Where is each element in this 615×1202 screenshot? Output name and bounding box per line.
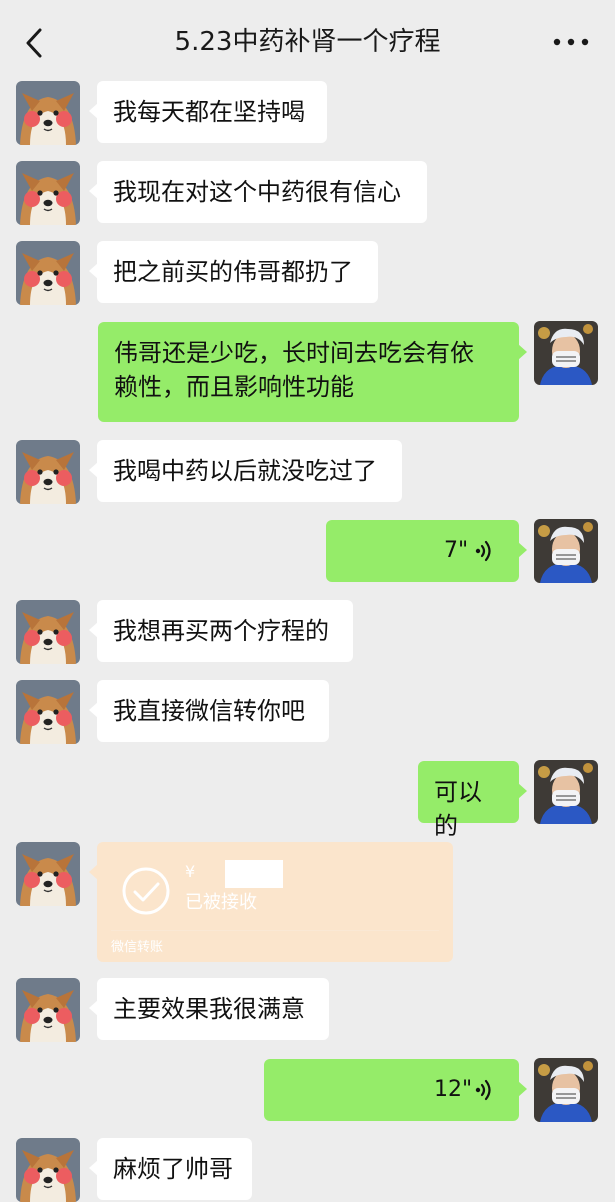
received-message-bubble[interactable]: 麻烦了帅哥 [89,1138,252,1200]
my-avatar[interactable] [534,321,598,385]
contact-avatar[interactable] [16,842,80,906]
received-message-bubble[interactable]: 我想再买两个疗程的 [89,600,353,662]
received-message-bubble[interactable]: 主要效果我很满意 [89,978,329,1040]
contact-avatar[interactable] [16,1138,80,1202]
message-line: 赖性，而且影响性功能 [114,373,354,401]
voice-wave-icon [474,539,494,563]
voice-message-bubble[interactable]: 12" [264,1059,527,1121]
voice-duration: 7" [444,538,469,563]
sent-message-bubble[interactable]: 伟哥还是少吃，长时间去吃会有依 赖性，而且影响性功能 [98,322,527,422]
received-message-bubble[interactable]: 把之前买的伟哥都扔了 [89,241,378,303]
contact-avatar[interactable] [16,241,80,305]
received-message-bubble[interactable]: 我喝中药以后就没吃过了 [89,440,402,502]
wechat-transfer-card[interactable]: ¥ 已被接收 微信转账 [89,842,453,962]
received-message-bubble[interactable]: 我直接微信转你吧 [89,680,329,742]
transfer-status: 已被接收 [185,892,257,913]
contact-avatar[interactable] [16,680,80,744]
contact-avatar[interactable] [16,978,80,1042]
contact-avatar[interactable] [16,440,80,504]
my-avatar[interactable] [534,760,598,824]
chat-header: 5.23中药补肾一个疗程 [0,0,615,84]
ellipsis-icon[interactable] [551,30,591,54]
transfer-label: 微信转账 [111,940,164,955]
transfer-amount-redacted [225,860,283,888]
voice-duration: 12" [434,1077,473,1102]
voice-wave-icon [474,1078,494,1102]
received-message-bubble[interactable]: 我每天都在坚持喝 [89,81,327,143]
contact-avatar[interactable] [16,161,80,225]
check-circle-icon [122,867,170,915]
sent-message-bubble[interactable]: 可以的 [418,761,527,840]
divider [111,930,439,931]
contact-avatar[interactable] [16,600,80,664]
currency-symbol: ¥ [185,862,196,881]
chat-title: 5.23中药补肾一个疗程 [174,27,441,57]
received-message-bubble[interactable]: 我现在对这个中药很有信心 [89,161,427,223]
my-avatar[interactable] [534,1058,598,1122]
my-avatar[interactable] [534,519,598,583]
voice-message-bubble[interactable]: 7" [326,520,527,582]
message-line: 伟哥还是少吃，长时间去吃会有依 [114,339,474,367]
contact-avatar[interactable] [16,81,80,145]
